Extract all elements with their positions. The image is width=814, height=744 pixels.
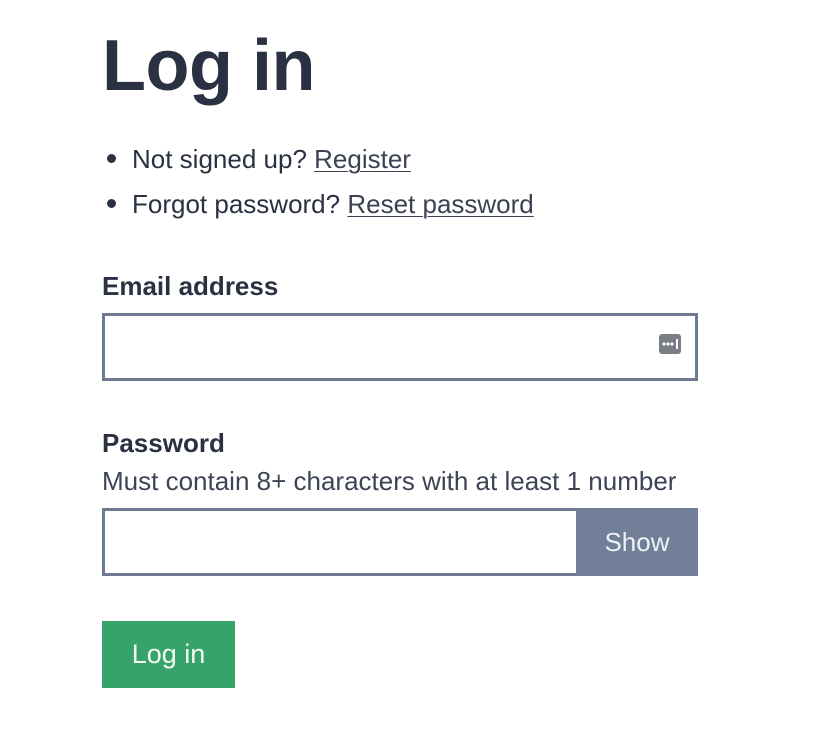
password-manager-icon[interactable] xyxy=(659,334,681,354)
email-field-container xyxy=(102,313,698,381)
bullet-icon xyxy=(107,199,116,208)
dots-icon xyxy=(662,342,674,346)
list-item-reset-password: Forgot password? Reset password xyxy=(102,185,534,230)
password-label: Password xyxy=(102,428,225,458)
password-hint: Must contain 8+ characters with at least… xyxy=(102,466,677,496)
list-item-register: Not signed up? Register xyxy=(102,140,534,185)
password-field-container xyxy=(102,508,577,576)
email-label: Email address xyxy=(102,271,279,301)
cursor-bar-icon xyxy=(676,339,678,349)
register-prompt: Not signed up? xyxy=(132,144,307,174)
reset-password-link[interactable]: Reset password xyxy=(347,189,533,219)
bullet-icon xyxy=(107,154,116,163)
log-in-button[interactable]: Log in xyxy=(102,621,235,688)
register-link[interactable]: Register xyxy=(314,144,411,174)
account-links-list: Not signed up? Register Forgot password?… xyxy=(102,140,534,230)
password-field[interactable] xyxy=(105,511,577,573)
show-password-button[interactable]: Show xyxy=(576,508,698,576)
forgot-password-prompt: Forgot password? xyxy=(132,189,341,219)
login-page: Log in Not signed up? Register Forgot pa… xyxy=(0,0,814,744)
page-title: Log in xyxy=(102,26,315,106)
email-field[interactable] xyxy=(105,316,695,378)
